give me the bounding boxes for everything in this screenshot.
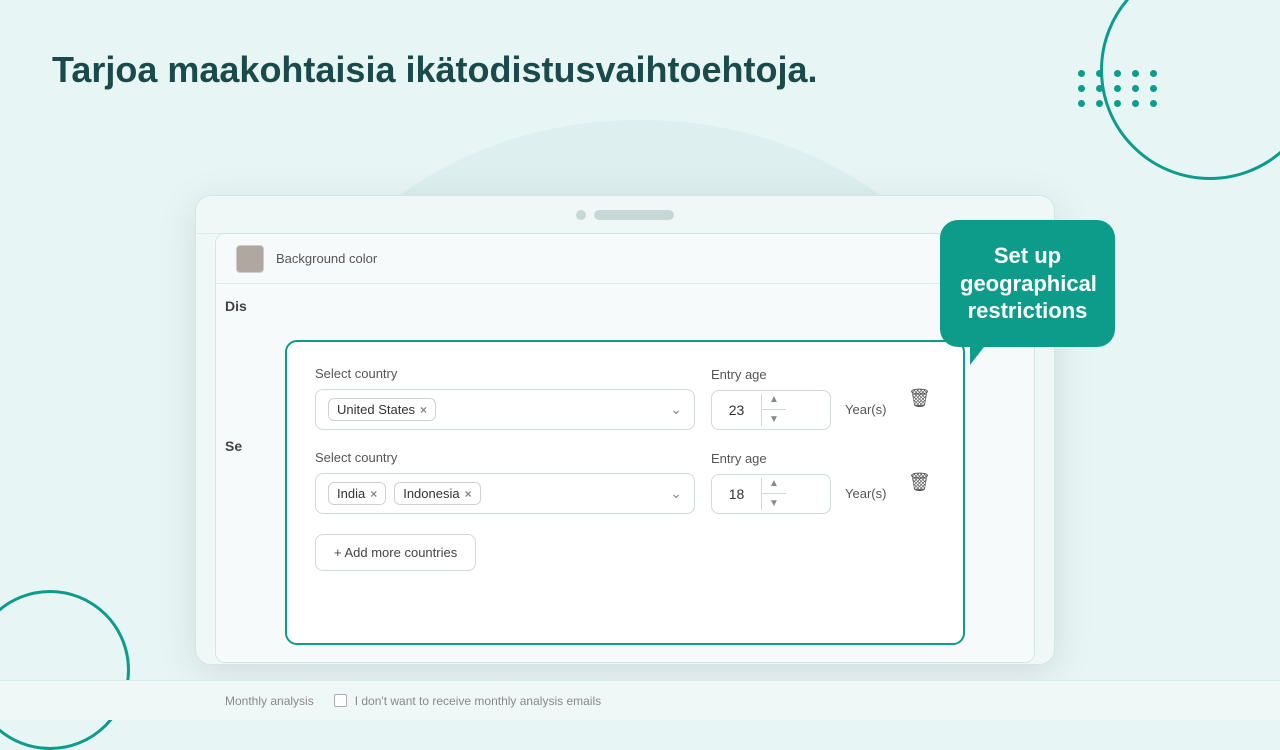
geo-row-2: Select country India × Indonesia × ⌄ Ent… <box>315 450 935 514</box>
age-number-1: 23 <box>712 394 762 426</box>
age-spinners-1: ▲ ▼ <box>762 391 786 429</box>
color-label: Background color <box>276 251 962 266</box>
monthly-analysis-label: Monthly analysis <box>225 694 314 708</box>
select-country-label-1: Select country <box>315 366 695 381</box>
dot-grid-decoration <box>1078 70 1160 107</box>
country-tag-india: India × <box>328 482 386 505</box>
country-select-1-arrow: ⌄ <box>670 401 682 418</box>
select-label: Se <box>225 438 242 454</box>
country-tag-us-remove[interactable]: × <box>420 403 427 417</box>
entry-age-label-1: Entry age <box>711 367 892 382</box>
geo-restrictions-panel: Select country United States × ⌄ Entry a… <box>285 340 965 645</box>
window-topbar <box>196 196 1054 234</box>
age-down-1[interactable]: ▼ <box>762 410 786 429</box>
country-tag-us: United States × <box>328 398 436 421</box>
geo-row-1-right: Entry age 23 ▲ ▼ Year(s) 🗑 <box>711 367 936 430</box>
geo-row-1-left: Select country United States × ⌄ <box>315 366 695 430</box>
color-swatch[interactable] <box>236 245 264 273</box>
topbar-dot <box>576 210 586 220</box>
age-up-2[interactable]: ▲ <box>762 475 786 494</box>
entry-age-label-2: Entry age <box>711 451 892 466</box>
monthly-checkbox[interactable] <box>334 694 347 707</box>
country-select-2-arrow: ⌄ <box>670 485 682 502</box>
country-tag-india-text: India <box>337 486 365 501</box>
delete-row-1[interactable]: 🗑 <box>902 381 936 415</box>
select-country-label-2: Select country <box>315 450 695 465</box>
age-input-2: 18 ▲ ▼ <box>711 474 831 514</box>
year-label-2: Year(s) <box>839 486 892 501</box>
callout-text: Set up geographical restrictions <box>960 243 1097 323</box>
country-tag-india-remove[interactable]: × <box>370 487 377 501</box>
callout-tooltip: Set up geographical restrictions <box>940 220 1115 347</box>
entry-age-group-1: Entry age 23 ▲ ▼ Year(s) <box>711 367 892 430</box>
age-down-2[interactable]: ▼ <box>762 494 786 513</box>
country-tag-indonesia-text: Indonesia <box>403 486 459 501</box>
entry-age-group-2: Entry age 18 ▲ ▼ Year(s) <box>711 451 892 514</box>
country-tag-indonesia: Indonesia × <box>394 482 480 505</box>
monthly-checkbox-label: I don't want to receive monthly analysis… <box>355 694 601 708</box>
country-select-2[interactable]: India × Indonesia × ⌄ <box>315 473 695 514</box>
bg-circle-bottom-left <box>0 590 130 750</box>
geo-row-2-left: Select country India × Indonesia × ⌄ <box>315 450 695 514</box>
topbar-bar <box>594 210 674 220</box>
age-spinners-2: ▲ ▼ <box>762 475 786 513</box>
inner-panel-top: Background color 0.5 <box>216 234 1034 284</box>
monthly-checkbox-area: I don't want to receive monthly analysis… <box>334 694 601 708</box>
country-tag-indonesia-remove[interactable]: × <box>465 487 472 501</box>
country-select-1[interactable]: United States × ⌄ <box>315 389 695 430</box>
geo-row-1: Select country United States × ⌄ Entry a… <box>315 366 935 430</box>
delete-row-2[interactable]: 🗑 <box>902 465 936 499</box>
page-heading: Tarjoa maakohtaisia ikätodistusvaihtoeht… <box>52 48 818 91</box>
add-more-countries-button[interactable]: + Add more countries <box>315 534 476 571</box>
country-tag-us-text: United States <box>337 402 415 417</box>
age-up-1[interactable]: ▲ <box>762 391 786 410</box>
year-label-1: Year(s) <box>839 402 892 417</box>
age-number-2: 18 <box>712 478 762 510</box>
geo-row-2-right: Entry age 18 ▲ ▼ Year(s) 🗑 <box>711 451 936 514</box>
display-label: Dis <box>225 298 247 314</box>
bottom-bar: Monthly analysis I don't want to receive… <box>0 680 1280 720</box>
age-input-1: 23 ▲ ▼ <box>711 390 831 430</box>
